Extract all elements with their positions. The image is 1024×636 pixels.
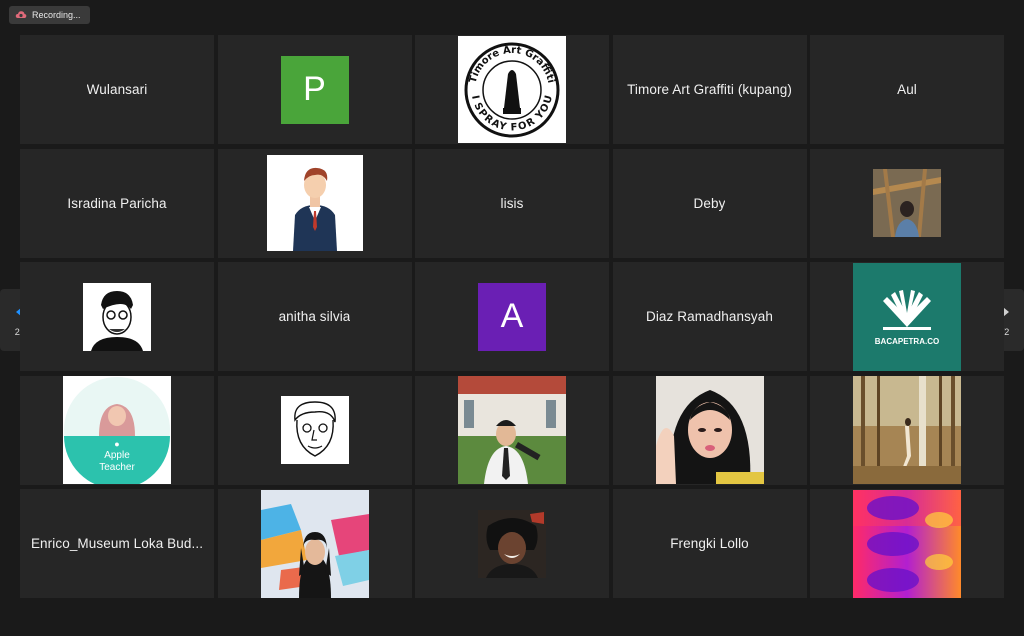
participant-photo <box>478 509 546 578</box>
participant-name: Deby <box>693 195 726 211</box>
participant-photo <box>853 376 961 484</box>
timore-graffiti-logo: Timore Art Graffiti I SPRAY FOR YOU <box>458 36 566 143</box>
apple-teacher-line2: Teacher <box>99 462 135 473</box>
participant-photo <box>458 376 566 484</box>
participant-tile-isradina[interactable]: Isradina Paricha <box>20 148 214 258</box>
avatar-letter: A <box>500 297 524 335</box>
apple-logo-icon: ● <box>114 439 120 449</box>
book-logo-icon <box>883 290 931 330</box>
participant-tile-aul[interactable]: Aul <box>810 35 1004 144</box>
participant-tile-timore-logo[interactable]: Timore Art Graffiti I SPRAY FOR YOU <box>415 35 609 144</box>
participant-photo <box>873 169 941 237</box>
participant-name: Enrico_Museum Loka Bud... <box>30 536 204 551</box>
apple-teacher-line1: Apple <box>104 450 130 461</box>
participant-photo <box>260 489 369 598</box>
participant-tile-anitha[interactable]: anitha silvia <box>217 262 412 371</box>
participant-tile-wulansari[interactable]: Wulansari <box>20 35 214 144</box>
apple-teacher-photo: ● Apple Teacher <box>63 376 171 484</box>
businessman-illustration <box>266 155 363 251</box>
participant-tile-timore[interactable]: Timore Art Graffiti (kupang) <box>612 35 807 144</box>
participant-name: lisis <box>500 195 524 211</box>
participant-tile-enrico[interactable]: Enrico_Museum Loka Bud... <box>20 489 214 598</box>
participant-name: Aul <box>897 82 917 97</box>
participant-tile-photo-colorful[interactable] <box>217 489 412 598</box>
participant-tile-lisis[interactable]: lisis <box>415 148 609 258</box>
logo-text: BACAPETRA.CO <box>874 337 940 346</box>
participant-tile-deby[interactable]: Deby <box>612 148 807 258</box>
participant-tile-photo-forest[interactable] <box>810 375 1004 485</box>
participant-tile-thermal[interactable] <box>810 489 1004 598</box>
participant-tile-frengki[interactable]: Frengki Lollo <box>612 489 807 598</box>
participant-name: Timore Art Graffiti (kupang) <box>627 82 792 97</box>
participant-tile-photo-smile[interactable] <box>415 489 609 598</box>
participant-tile-diaz[interactable]: Diaz Ramadhansyah <box>612 262 807 371</box>
cloud-record-icon <box>15 11 27 18</box>
participant-tile-a[interactable]: A <box>415 262 609 371</box>
participant-tile-face-sketch[interactable] <box>217 375 412 485</box>
recording-indicator[interactable]: Recording... <box>9 6 90 24</box>
participant-tile-photo-hijab[interactable] <box>612 375 807 485</box>
participant-tile-bacapetra[interactable]: BACAPETRA.CO <box>810 262 1004 371</box>
sketch-portrait <box>83 282 151 351</box>
participant-tile-photo-outdoor[interactable] <box>810 148 1004 258</box>
participant-name: Wulansari <box>86 82 148 97</box>
participant-name: anitha silvia <box>278 309 351 324</box>
participant-tile-photo-mic[interactable] <box>415 375 609 485</box>
letter-avatar: A <box>478 282 546 351</box>
participant-tile-businessman[interactable] <box>217 148 412 258</box>
gallery-grid: Wulansari P Timore Art Graffiti I SPRAY … <box>20 35 1004 598</box>
participant-tile-p[interactable]: P <box>217 35 412 144</box>
bacapetra-logo: BACAPETRA.CO <box>853 262 961 371</box>
letter-avatar: P <box>280 55 349 124</box>
recording-label: Recording... <box>32 10 81 20</box>
avatar-letter: P <box>303 70 326 108</box>
face-line-drawing <box>280 396 349 464</box>
participant-name: Isradina Paricha <box>67 195 167 211</box>
participant-name: Diaz Ramadhansyah <box>645 309 774 324</box>
participant-photo <box>853 489 961 598</box>
participant-tile-sketch-man[interactable] <box>20 262 214 371</box>
participant-name: Frengki Lollo <box>670 536 749 551</box>
participant-photo <box>655 376 764 484</box>
participant-tile-apple-teacher[interactable]: ● Apple Teacher <box>20 375 214 485</box>
